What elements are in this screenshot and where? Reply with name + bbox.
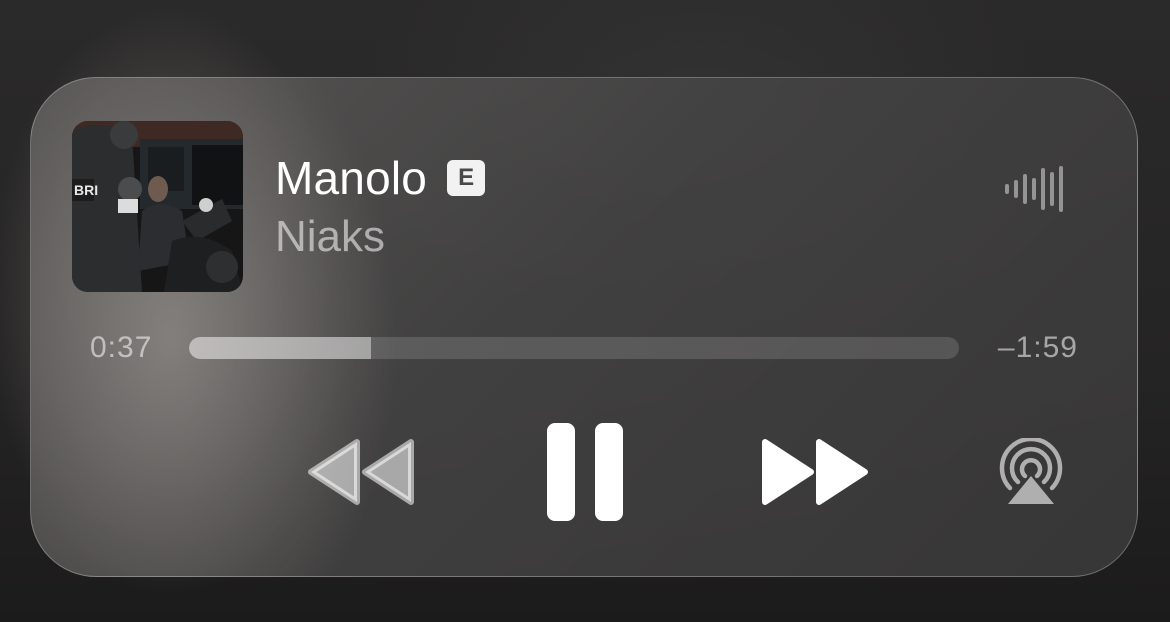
- rewind-button[interactable]: [303, 434, 419, 510]
- pause-icon: [547, 423, 623, 521]
- progress-scrubber[interactable]: [189, 337, 959, 359]
- album-artwork-image: BRI: [72, 121, 243, 292]
- artist-name[interactable]: Niaks: [275, 210, 385, 264]
- pause-button[interactable]: [545, 421, 625, 523]
- remaining-time: –1:59: [997, 331, 1078, 364]
- rewind-icon: [308, 439, 414, 505]
- title-row: Manolo E: [275, 150, 486, 206]
- fast-forward-icon: [762, 439, 868, 505]
- fast-forward-button[interactable]: [757, 434, 873, 510]
- airplay-audio-icon: [999, 438, 1063, 504]
- elapsed-time: 0:37: [90, 331, 153, 364]
- now-playing-widget: BRI Manolo E Niaks 0:37 –1:59: [30, 77, 1138, 577]
- svg-text:BRI: BRI: [74, 182, 98, 198]
- album-artwork[interactable]: BRI: [72, 121, 243, 292]
- song-title[interactable]: Manolo: [275, 150, 427, 206]
- progress-fill: [189, 337, 372, 359]
- audio-waveform-icon: [1003, 164, 1069, 214]
- explicit-badge: E: [447, 160, 486, 196]
- airplay-button[interactable]: [996, 438, 1066, 508]
